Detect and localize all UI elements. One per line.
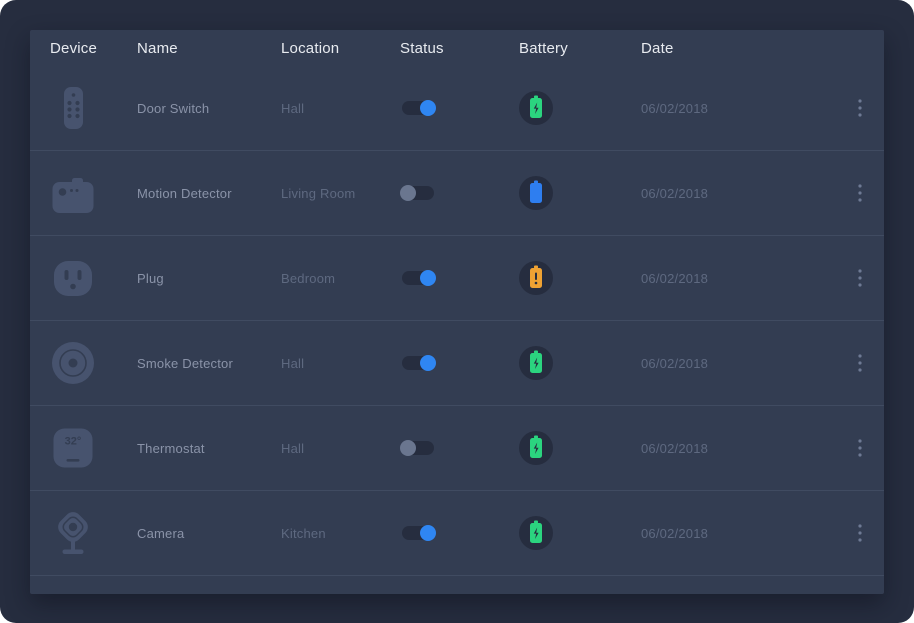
battery-full-blue-icon — [519, 176, 553, 210]
toggle-knob — [400, 440, 416, 456]
toggle-knob — [420, 355, 436, 371]
device-name: Plug — [137, 271, 281, 286]
column-header-name: Name — [137, 40, 281, 57]
column-header-location: Location — [281, 40, 400, 57]
device-location: Hall — [281, 101, 400, 116]
table-row: Plug Bedroom 06/02/2018 — [30, 236, 884, 321]
column-header-device: Device — [50, 40, 137, 57]
status-toggle[interactable] — [402, 441, 434, 455]
device-name: Thermostat — [137, 441, 281, 456]
kebab-menu-icon[interactable] — [848, 266, 872, 290]
device-date: 06/02/2018 — [641, 441, 824, 456]
app-window: Device Name Location Status Battery Date… — [0, 0, 914, 623]
motion-detector-icon — [50, 170, 96, 216]
smoke-detector-icon — [50, 340, 96, 386]
device-location: Hall — [281, 441, 400, 456]
battery-charging-green-icon — [519, 431, 553, 465]
device-date: 06/02/2018 — [641, 526, 824, 541]
device-name: Motion Detector — [137, 186, 281, 201]
device-location: Kitchen — [281, 526, 400, 541]
device-date: 06/02/2018 — [641, 356, 824, 371]
kebab-menu-icon[interactable] — [848, 436, 872, 460]
toggle-knob — [420, 100, 436, 116]
device-name: Door Switch — [137, 101, 281, 116]
toggle-knob — [400, 185, 416, 201]
column-header-date: Date — [641, 40, 824, 57]
table-row: Motion Detector Living Room 06/02/2018 — [30, 151, 884, 236]
table-row: Door Switch Hall 06/02/2018 — [30, 66, 884, 151]
column-header-status: Status — [400, 40, 519, 57]
table-body: Door Switch Hall 06/02/2018 Motion Detec… — [30, 66, 884, 576]
remote-icon — [50, 85, 96, 131]
thermostat-icon: 32° — [50, 425, 96, 471]
table-header: Device Name Location Status Battery Date — [30, 30, 884, 66]
device-date: 06/02/2018 — [641, 101, 824, 116]
status-toggle[interactable] — [402, 186, 434, 200]
toggle-knob — [420, 525, 436, 541]
battery-low-orange-icon — [519, 261, 553, 295]
table-row: Smoke Detector Hall 06/02/2018 — [30, 321, 884, 406]
device-date: 06/02/2018 — [641, 186, 824, 201]
status-toggle[interactable] — [402, 101, 434, 115]
battery-charging-green-icon — [519, 91, 553, 125]
device-location: Living Room — [281, 186, 400, 201]
kebab-menu-icon[interactable] — [848, 351, 872, 375]
status-toggle[interactable] — [402, 526, 434, 540]
kebab-menu-icon[interactable] — [848, 521, 872, 545]
device-name: Smoke Detector — [137, 356, 281, 371]
status-toggle[interactable] — [402, 356, 434, 370]
table-row: 32° Thermostat Hall 06/02/2018 — [30, 406, 884, 491]
kebab-menu-icon[interactable] — [848, 96, 872, 120]
device-location: Hall — [281, 356, 400, 371]
status-toggle[interactable] — [402, 271, 434, 285]
column-header-battery: Battery — [519, 40, 641, 57]
battery-charging-green-icon — [519, 516, 553, 550]
kebab-menu-icon[interactable] — [848, 181, 872, 205]
toggle-knob — [420, 270, 436, 286]
device-table-card: Device Name Location Status Battery Date… — [30, 30, 884, 594]
battery-charging-green-icon — [519, 346, 553, 380]
plug-icon — [50, 255, 96, 301]
camera-icon — [50, 510, 96, 556]
svg-text:32°: 32° — [65, 436, 82, 448]
device-location: Bedroom — [281, 271, 400, 286]
device-date: 06/02/2018 — [641, 271, 824, 286]
table-row: Camera Kitchen 06/02/2018 — [30, 491, 884, 576]
device-name: Camera — [137, 526, 281, 541]
